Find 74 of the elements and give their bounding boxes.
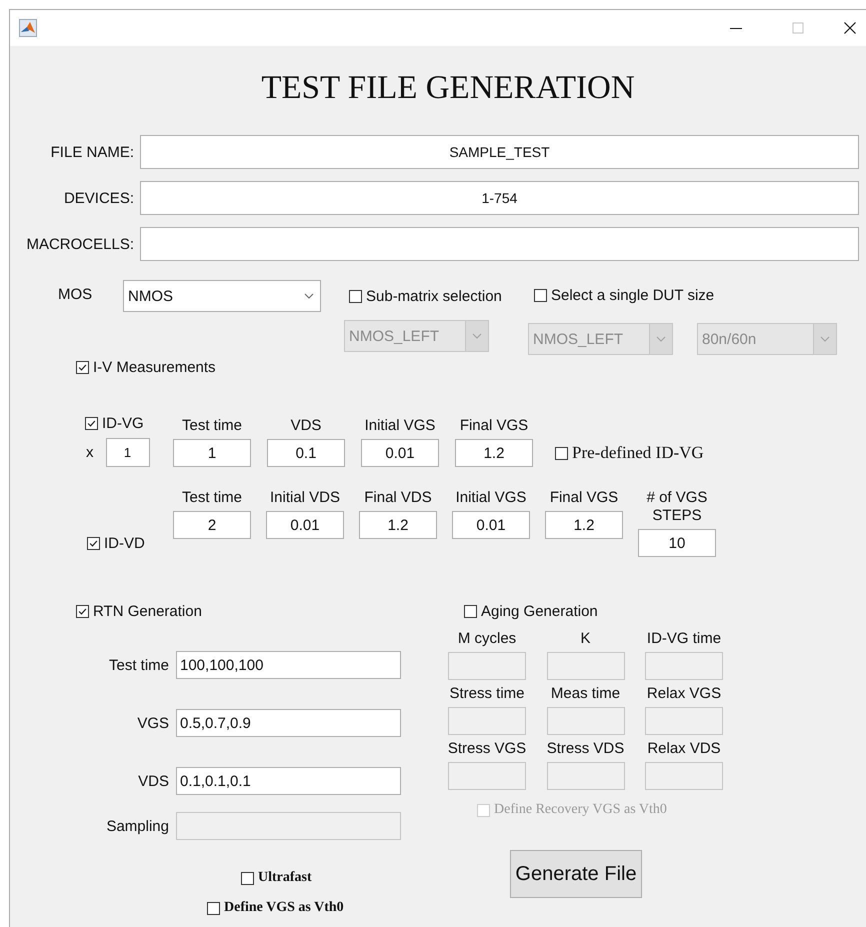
field-label: K (580, 629, 590, 649)
input-field[interactable]: 0.01 (361, 439, 439, 467)
field-label: Stress VGS (448, 739, 526, 759)
field-label: Test time (180, 489, 243, 507)
checkbox[interactable] (85, 417, 98, 430)
field-label: VDS (290, 417, 322, 435)
input-field[interactable]: 2 (173, 511, 251, 539)
checkbox[interactable] (207, 902, 220, 914)
field-label: MOS (58, 285, 94, 305)
field-label: Initial VGS (364, 417, 436, 435)
field-label: Meas time (550, 684, 620, 704)
checkbox-label[interactable]: Define VGS as Vth0 (224, 900, 344, 916)
input-field[interactable]: 0.5,0.7,0.9 (176, 709, 401, 737)
field-label: MACROCELLS: (25, 236, 135, 252)
field-label: ID-VG time (646, 629, 722, 649)
input-field[interactable]: 1 (173, 439, 251, 467)
input-field[interactable] (140, 227, 859, 261)
field-label: Stress VDS (546, 739, 624, 759)
field-label: FILE NAME: (50, 144, 135, 160)
field-label: DEVICES: (62, 190, 135, 206)
checkbox-label[interactable]: Ultrafast (258, 870, 312, 886)
input-field[interactable]: 100,100,100 (176, 651, 401, 679)
checkbox[interactable] (464, 604, 477, 618)
field-label: Test time (108, 656, 170, 674)
checkbox-label[interactable]: ID-VG (102, 415, 144, 432)
field-label: Initial VDS (268, 489, 342, 507)
field-label: Test time (180, 417, 243, 435)
input-field[interactable]: 1.2 (359, 511, 437, 539)
checkbox[interactable] (349, 290, 362, 302)
checkbox-label[interactable]: RTN Generation (93, 602, 202, 620)
checkbox[interactable] (555, 446, 568, 460)
input-field[interactable]: 0.1 (267, 439, 345, 467)
checkbox[interactable] (76, 360, 89, 374)
field-label: M cycles (458, 629, 516, 649)
field-label: VDS (137, 772, 170, 790)
input-field[interactable]: 10 (638, 529, 716, 557)
field-label: Sampling (105, 818, 170, 834)
checkbox-label[interactable]: Aging Generation (481, 602, 598, 620)
input-field[interactable]: 1 (106, 438, 150, 467)
generate-file-button[interactable]: Generate File (510, 850, 642, 898)
input-field[interactable]: 0.01 (266, 511, 344, 539)
field-label: Final VGS (458, 417, 530, 435)
checkbox-label[interactable]: ID-VD (104, 534, 145, 552)
field-label: VGS (136, 714, 170, 732)
chevron-down-icon (304, 293, 314, 299)
checkbox-label[interactable]: Pre-defined ID-VG (572, 443, 704, 463)
checkbox[interactable] (241, 872, 254, 884)
app-icon (19, 19, 37, 37)
field-label: Stress time (449, 684, 524, 704)
field-label: x (85, 444, 94, 461)
checkbox-label[interactable]: I-V Measurements (93, 358, 216, 376)
chevron-down-icon (472, 333, 482, 339)
field-label: Relax VGS (646, 684, 722, 704)
field-label: Final VGS (548, 489, 620, 507)
checkbox[interactable] (534, 288, 547, 302)
input-field[interactable]: 1.2 (545, 511, 623, 539)
chevron-down-icon (820, 336, 830, 342)
form-heading: TEST FILE GENERATION (260, 69, 636, 108)
input-field[interactable]: 0.01 (452, 511, 530, 539)
field-label: Final VDS (363, 489, 433, 507)
checkbox-label[interactable]: Select a single DUT size (551, 286, 714, 304)
checkbox[interactable] (87, 536, 100, 550)
field-label: # of VGS STEPS (646, 489, 708, 525)
dropdown[interactable]: NMOS (123, 280, 321, 312)
input-field[interactable]: 0.1,0.1,0.1 (176, 767, 401, 795)
input-field[interactable]: SAMPLE_TEST (140, 135, 859, 169)
input-field[interactable]: 1.2 (455, 439, 533, 467)
field-label: Relax VDS (647, 739, 721, 759)
field-label: Initial VGS (454, 489, 528, 507)
close-icon[interactable] (844, 22, 856, 34)
checkbox-label[interactable]: Sub-matrix selection (366, 288, 502, 304)
chevron-down-icon (656, 336, 666, 342)
input-field[interactable]: 1-754 (140, 181, 859, 215)
checkbox[interactable] (76, 604, 89, 618)
